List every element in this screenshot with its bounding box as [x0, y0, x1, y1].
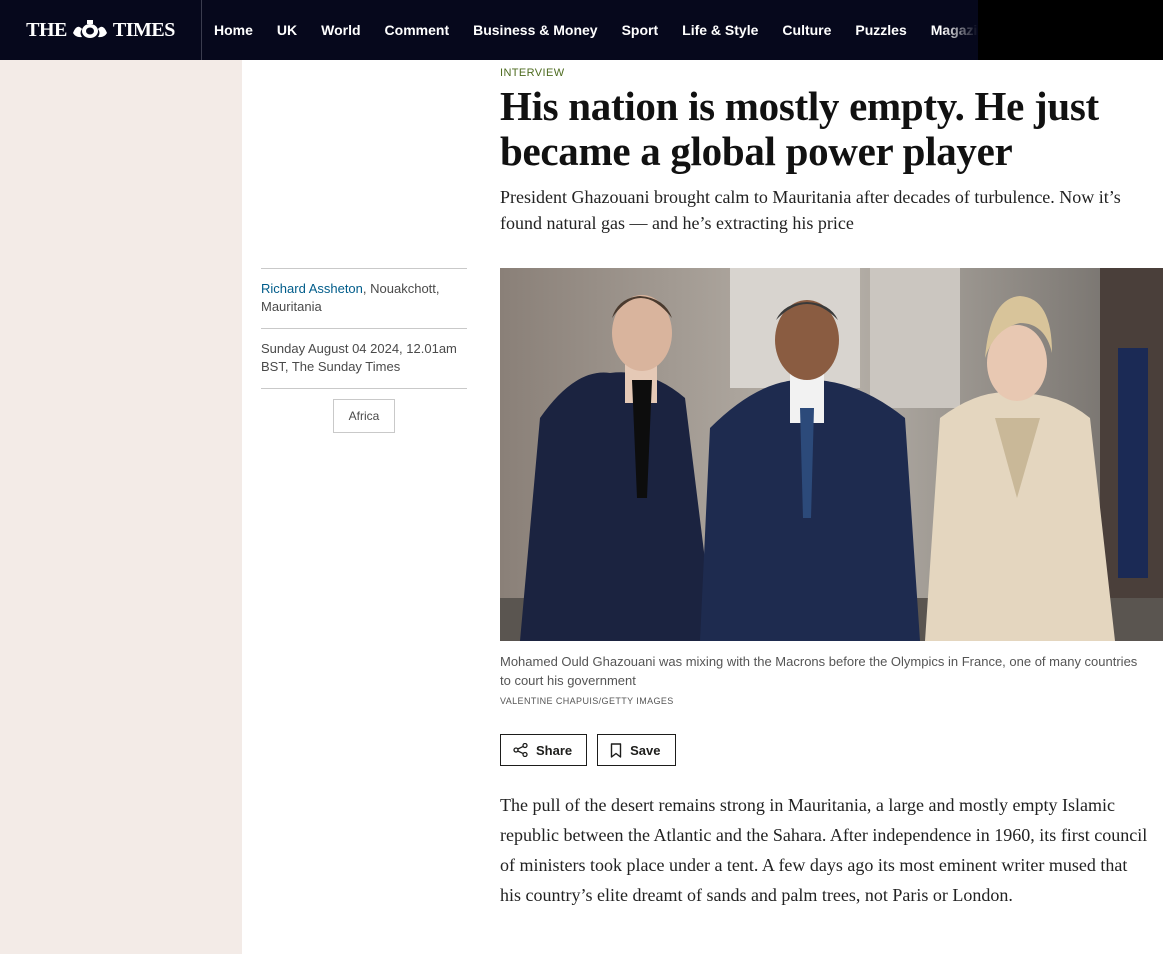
- standfirst-line: President Ghazouani brought calm to Maur…: [500, 187, 1121, 207]
- share-label: Share: [536, 742, 573, 758]
- article-kicker: INTERVIEW: [500, 67, 565, 79]
- nav-sport[interactable]: Sport: [622, 22, 659, 38]
- times-logo[interactable]: THE TIMES: [0, 0, 202, 60]
- article-headline: His nation is mostly empty. He just beca…: [500, 83, 1099, 174]
- image-caption: Mohamed Ould Ghazouani was mixing with t…: [500, 654, 1138, 688]
- nav-fade-overlay: [942, 0, 978, 60]
- nav-culture[interactable]: Culture: [782, 22, 831, 38]
- logo-word-right: TIMES: [112, 18, 175, 41]
- nav-puzzles[interactable]: Puzzles: [855, 22, 906, 38]
- image-credit: VALENTINE CHAPUIS/GETTY IMAGES: [500, 696, 674, 706]
- nav-life-style[interactable]: Life & Style: [682, 22, 758, 38]
- hero-photo-illustration: [500, 268, 1163, 641]
- author-line: Richard Assheton, Nouakchott, Mauritania: [261, 269, 467, 328]
- byline-panel: Richard Assheton, Nouakchott, Mauritania…: [261, 268, 467, 433]
- nav-world[interactable]: World: [321, 22, 360, 38]
- article-header: INTERVIEW His nation is mostly empty. He…: [500, 60, 1163, 236]
- hero-image[interactable]: [500, 268, 1163, 641]
- nav-business-money[interactable]: Business & Money: [473, 22, 597, 38]
- top-navigation-bar: THE TIMES Home UK World Comment Business…: [0, 0, 1163, 60]
- logo-word-left: THE: [26, 18, 67, 41]
- share-button[interactable]: Share: [500, 734, 588, 766]
- tag-wrapper: Africa: [261, 389, 467, 433]
- article-standfirst: President Ghazouani brought calm to Maur…: [500, 184, 1163, 236]
- nav-home[interactable]: Home: [214, 22, 253, 38]
- crest-icon: [72, 20, 107, 38]
- standfirst-line: found natural gas — and he’s extracting …: [500, 213, 854, 233]
- topic-tag-africa[interactable]: Africa: [332, 399, 396, 433]
- save-button[interactable]: Save: [597, 734, 676, 766]
- left-gutter: [0, 60, 242, 954]
- article-actions: Share Save: [500, 734, 676, 766]
- share-icon: [513, 743, 528, 757]
- article-body-paragraph: The pull of the desert remains strong in…: [500, 795, 1148, 905]
- bookmark-icon: [610, 742, 622, 758]
- author-link[interactable]: Richard Assheton: [261, 281, 363, 296]
- nav-right-panel: [978, 0, 1163, 60]
- nav-uk[interactable]: UK: [277, 22, 297, 38]
- main-nav: Home UK World Comment Business & Money S…: [202, 0, 978, 60]
- nav-comment[interactable]: Comment: [385, 22, 450, 38]
- publish-date: Sunday August 04 2024, 12.01am BST, The …: [261, 341, 457, 374]
- save-label: Save: [630, 742, 661, 758]
